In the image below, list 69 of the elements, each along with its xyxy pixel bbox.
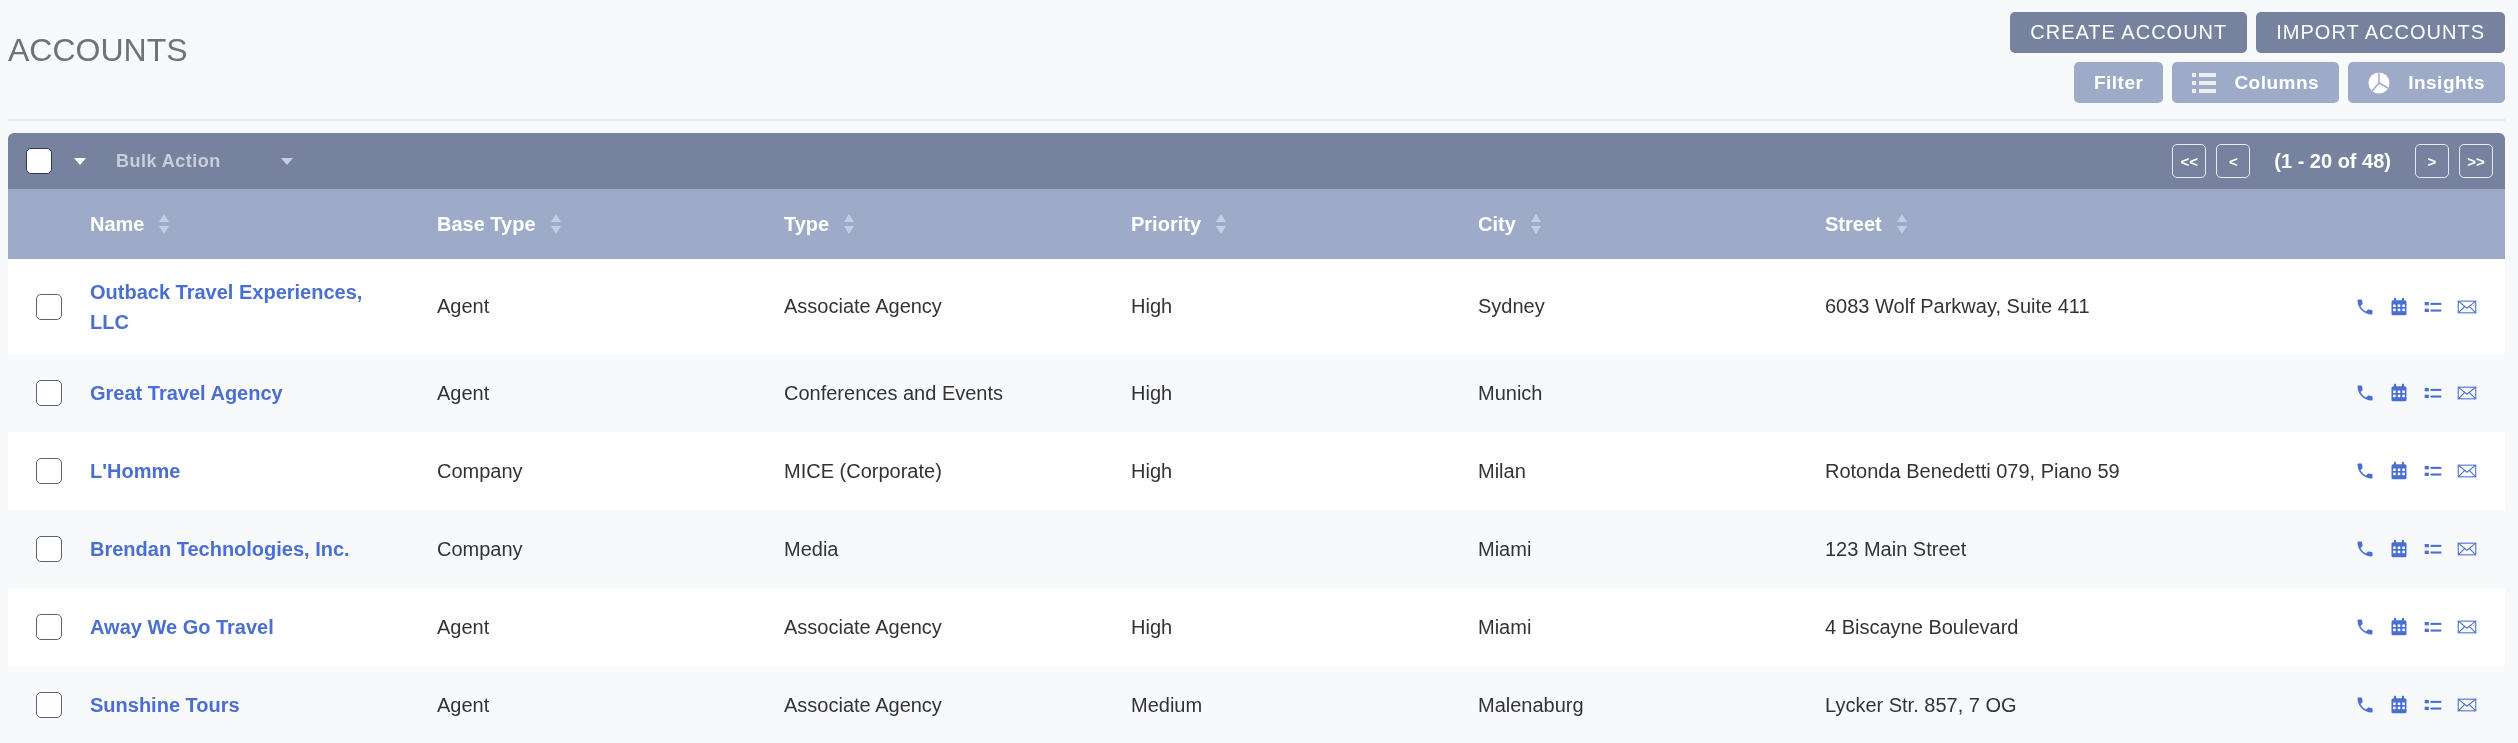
table-cell: Agent (437, 615, 490, 638)
page-range: (1 - 20 of 48) (2274, 149, 2391, 173)
calendar-icon[interactable] (2389, 295, 2409, 318)
column-header[interactable]: Street (1825, 212, 1882, 236)
table-cell: Milan (1478, 459, 1526, 482)
list-icon (2192, 72, 2217, 93)
account-name-link[interactable]: L'Homme (90, 456, 437, 486)
column-header[interactable]: Priority (1131, 212, 1202, 236)
action-button[interactable]: Insights (2348, 62, 2505, 103)
table-cell: MICE (Corporate) (784, 459, 942, 482)
table-cell: Company (437, 537, 523, 560)
column-header[interactable]: City (1478, 212, 1516, 236)
table-cell: Agent (437, 693, 490, 716)
table-cell: Sydney (1478, 295, 1545, 317)
account-name-link[interactable]: Brendan Technologies, Inc. (90, 534, 437, 564)
caret-icon[interactable] (280, 157, 293, 165)
table-cell: Medium (1131, 693, 1203, 716)
account-name-link[interactable]: Outback Travel Experiences, LLC (90, 276, 437, 337)
table-cell: Miami (1478, 537, 1532, 560)
row-checkbox[interactable] (36, 692, 62, 718)
page-title: ACCOUNTS (8, 32, 188, 69)
action-button[interactable]: IMPORT ACCOUNTS (2256, 12, 2505, 53)
table-cell: Agent (437, 295, 490, 317)
table-cell: 123 Main Street (1825, 537, 1967, 560)
table-cell: 4 Biscayne Boulevard (1825, 615, 2019, 638)
column-header[interactable]: Type (784, 212, 830, 236)
table-cell: Media (784, 537, 839, 560)
table-cell: Associate Agency (784, 295, 942, 317)
previous-page-button[interactable]: < (2216, 144, 2251, 178)
table-cell: Miami (1478, 615, 1532, 638)
account-name-link[interactable]: Sunshine Tours (90, 690, 437, 720)
table-cell: Malenaburg (1478, 693, 1584, 716)
calendar-icon[interactable] (2389, 460, 2409, 482)
row-checkbox[interactable] (36, 614, 62, 640)
bulk-action-dropdown[interactable]: Bulk Action (116, 150, 293, 172)
table-cell: 6083 Wolf Parkway, Suite 411 (1825, 295, 2090, 317)
account-name-link[interactable]: Great Travel Agency (90, 378, 437, 408)
calendar-icon[interactable] (2389, 382, 2409, 404)
action-button[interactable]: Columns (2172, 62, 2340, 103)
calendar-icon[interactable] (2389, 538, 2409, 560)
table-cell: Rotonda Benedetti 079, Piano 59 (1825, 459, 2120, 482)
row-checkbox[interactable] (36, 380, 62, 406)
table-cell: Associate Agency (784, 693, 942, 716)
column-header[interactable]: Name (90, 212, 145, 236)
table-cell: High (1131, 381, 1173, 404)
table-cell: Conferences and Events (784, 381, 1004, 404)
row-checkbox[interactable] (36, 458, 62, 484)
last-page-button[interactable]: >> (2459, 144, 2493, 178)
next-page-button[interactable]: > (2415, 144, 2449, 178)
table-cell: High (1131, 295, 1173, 317)
table-cell: High (1131, 459, 1173, 482)
select-all-checkbox[interactable] (26, 148, 52, 174)
action-button[interactable]: CREATE ACCOUNT (2010, 12, 2248, 53)
calendar-icon[interactable] (2389, 694, 2409, 716)
row-checkbox[interactable] (36, 536, 62, 562)
table-cell: Munich (1478, 381, 1543, 404)
account-name-link[interactable]: Away We Go Travel (90, 612, 437, 642)
calendar-icon[interactable] (2389, 616, 2409, 638)
table-cell: Lycker Str. 857, 7 OG (1825, 693, 2017, 716)
caret-icon[interactable] (74, 157, 86, 165)
table-cell: High (1131, 615, 1173, 638)
table-cell: Associate Agency (784, 615, 942, 638)
action-button[interactable]: Filter (2073, 62, 2164, 103)
row-checkbox[interactable] (36, 293, 62, 320)
first-page-button[interactable]: << (2172, 144, 2207, 178)
table-cell: Company (437, 459, 523, 482)
column-header[interactable]: Base Type (437, 212, 536, 236)
pie-chart-icon (2368, 71, 2391, 94)
table-cell: Agent (437, 381, 490, 404)
